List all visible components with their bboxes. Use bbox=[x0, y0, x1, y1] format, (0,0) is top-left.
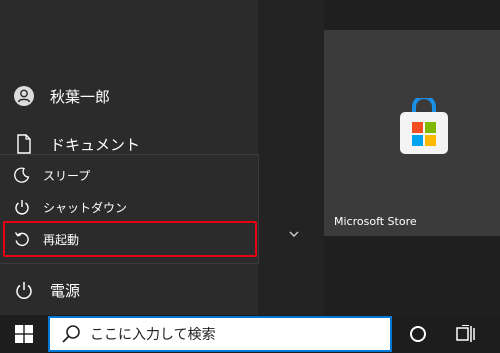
restart-highlight-box bbox=[3, 221, 257, 257]
start-menu-app-list bbox=[258, 0, 324, 315]
windows-logo-icon bbox=[15, 325, 33, 343]
power-icon bbox=[11, 196, 33, 218]
microsoft-store-icon bbox=[400, 98, 448, 154]
power-label: 電源 bbox=[50, 281, 81, 300]
moon-icon bbox=[11, 164, 33, 186]
document-icon bbox=[12, 132, 36, 156]
shutdown-menu-item[interactable]: シャットダウン bbox=[0, 191, 258, 223]
user-name: 秋葉一郎 bbox=[50, 87, 111, 106]
chevron-down-icon[interactable] bbox=[287, 227, 301, 241]
power-button[interactable]: 電源 bbox=[0, 270, 258, 310]
microsoft-store-tile[interactable]: Microsoft Store bbox=[324, 30, 500, 236]
start-button[interactable] bbox=[0, 315, 48, 353]
sleep-label: スリープ bbox=[43, 168, 91, 183]
cortana-button[interactable] bbox=[402, 315, 434, 353]
user-account-button[interactable]: 秋葉一郎 bbox=[0, 76, 258, 116]
shutdown-label: シャットダウン bbox=[43, 200, 128, 215]
power-icon bbox=[12, 278, 36, 302]
sleep-menu-item[interactable]: スリープ bbox=[0, 159, 258, 191]
taskbar: ここに入力して検索 bbox=[0, 315, 500, 353]
taskbar-search-box[interactable]: ここに入力して検索 bbox=[48, 316, 392, 352]
user-icon bbox=[12, 84, 36, 108]
task-view-button[interactable] bbox=[450, 315, 482, 353]
cortana-icon bbox=[410, 326, 426, 342]
task-view-icon bbox=[456, 325, 475, 342]
desktop-screen: 秋葉一郎 ドキュメント スリープ シャットダウン 再起動 電源 Microsof… bbox=[0, 0, 500, 353]
tile-label: Microsoft Store bbox=[334, 215, 417, 228]
search-placeholder: ここに入力して検索 bbox=[90, 327, 216, 343]
search-icon bbox=[60, 323, 82, 345]
documents-label: ドキュメント bbox=[50, 135, 141, 154]
